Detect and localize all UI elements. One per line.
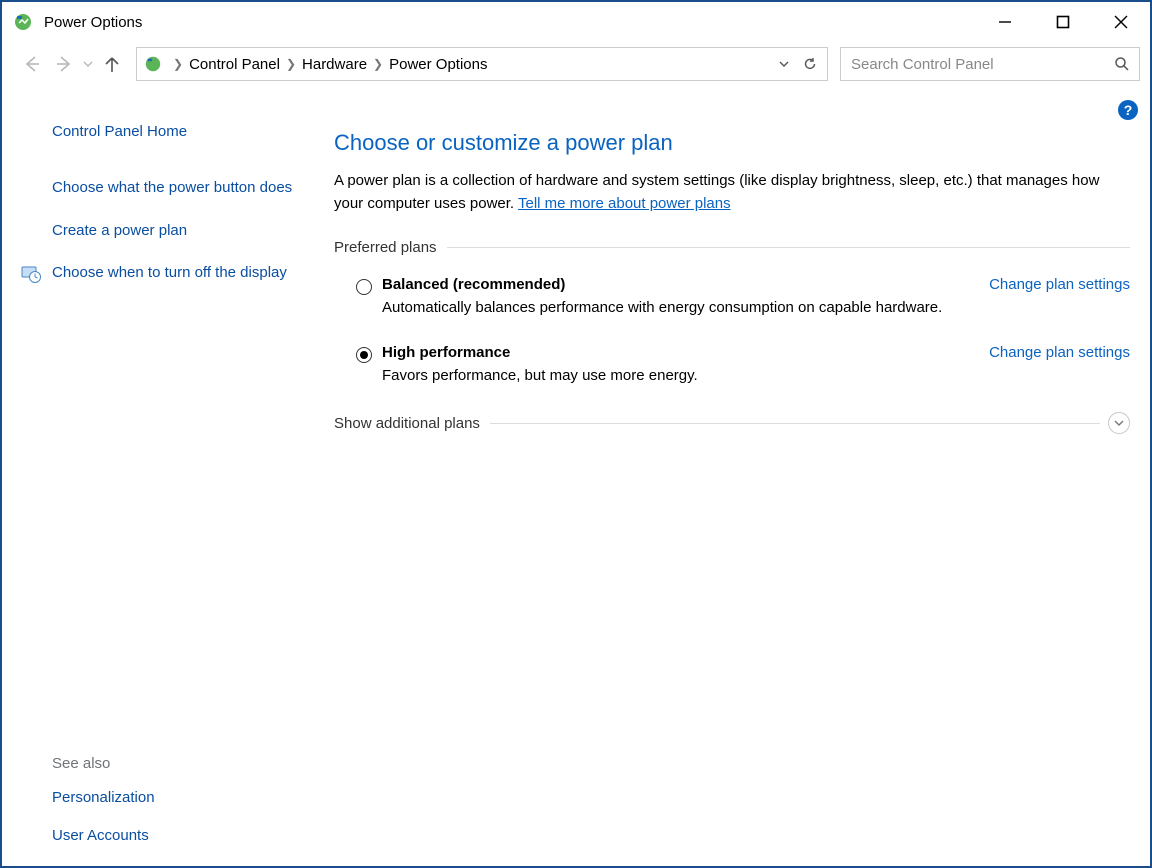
page-heading: Choose or customize a power plan bbox=[334, 130, 1130, 156]
back-button[interactable] bbox=[18, 50, 46, 78]
chevron-right-icon: ❯ bbox=[173, 57, 183, 71]
sidebar-link-display-off[interactable]: Choose when to turn off the display bbox=[52, 263, 300, 283]
see-also-personalization[interactable]: Personalization bbox=[52, 788, 300, 808]
plan-name[interactable]: High performance bbox=[382, 344, 510, 361]
address-bar[interactable]: ❯ Control Panel ❯ Hardware ❯ Power Optio… bbox=[136, 47, 828, 81]
window-title: Power Options bbox=[44, 14, 142, 31]
close-button[interactable] bbox=[1092, 2, 1150, 42]
additional-plans-label: Show additional plans bbox=[334, 415, 490, 432]
plan-name[interactable]: Balanced (recommended) bbox=[382, 276, 565, 293]
minimize-button[interactable] bbox=[976, 2, 1034, 42]
preferred-plans-label: Preferred plans bbox=[334, 239, 447, 256]
page-description: A power plan is a collection of hardware… bbox=[334, 170, 1130, 215]
maximize-button[interactable] bbox=[1034, 2, 1092, 42]
see-also: See also Personalization User Accounts bbox=[52, 755, 300, 847]
address-icon bbox=[143, 54, 163, 74]
forward-button[interactable] bbox=[50, 50, 78, 78]
main-content: Choose or customize a power plan A power… bbox=[334, 94, 1130, 864]
breadcrumb-item[interactable]: Hardware bbox=[302, 56, 367, 73]
expand-additional-button[interactable] bbox=[1108, 412, 1130, 434]
change-plan-settings-link[interactable]: Change plan settings bbox=[989, 344, 1130, 361]
search-icon[interactable] bbox=[1113, 56, 1131, 72]
learn-more-link[interactable]: Tell me more about power plans bbox=[518, 195, 731, 212]
app-icon bbox=[12, 11, 34, 33]
breadcrumb-item[interactable]: Power Options bbox=[389, 56, 487, 73]
chevron-right-icon: ❯ bbox=[373, 57, 383, 71]
nav-bar: ❯ Control Panel ❯ Hardware ❯ Power Optio… bbox=[2, 42, 1150, 86]
plan-description: Automatically balances performance with … bbox=[382, 299, 1130, 316]
plan-description: Favors performance, but may use more ene… bbox=[382, 367, 1130, 384]
sidebar-link-create-plan[interactable]: Create a power plan bbox=[52, 221, 300, 241]
sidebar-link-power-button[interactable]: Choose what the power button does bbox=[52, 178, 300, 198]
radio-balanced[interactable] bbox=[356, 279, 372, 295]
power-plan-balanced: Balanced (recommended) Change plan setti… bbox=[356, 276, 1130, 316]
see-also-user-accounts[interactable]: User Accounts bbox=[52, 826, 300, 846]
radio-high-performance[interactable] bbox=[356, 347, 372, 363]
control-panel-home-link[interactable]: Control Panel Home bbox=[52, 122, 300, 142]
display-clock-icon bbox=[20, 263, 42, 285]
search-box[interactable] bbox=[840, 47, 1140, 81]
sidebar: Control Panel Home Choose what the power… bbox=[4, 94, 314, 864]
chevron-right-icon: ❯ bbox=[286, 57, 296, 71]
additional-plans-header[interactable]: Show additional plans bbox=[334, 412, 1130, 434]
preferred-plans-header: Preferred plans bbox=[334, 239, 1130, 256]
sidebar-link-label: Choose when to turn off the display bbox=[52, 264, 287, 281]
address-dropdown[interactable] bbox=[771, 48, 797, 80]
power-plan-high-performance: High performance Change plan settings Fa… bbox=[356, 344, 1130, 384]
refresh-button[interactable] bbox=[797, 48, 823, 80]
recent-dropdown[interactable] bbox=[82, 59, 94, 69]
up-button[interactable] bbox=[98, 50, 126, 78]
window-controls bbox=[976, 2, 1150, 42]
change-plan-settings-link[interactable]: Change plan settings bbox=[989, 276, 1130, 293]
breadcrumb-item[interactable]: Control Panel bbox=[189, 56, 280, 73]
search-input[interactable] bbox=[849, 55, 1113, 74]
title-bar: Power Options bbox=[2, 2, 1150, 42]
see-also-label: See also bbox=[52, 755, 300, 772]
